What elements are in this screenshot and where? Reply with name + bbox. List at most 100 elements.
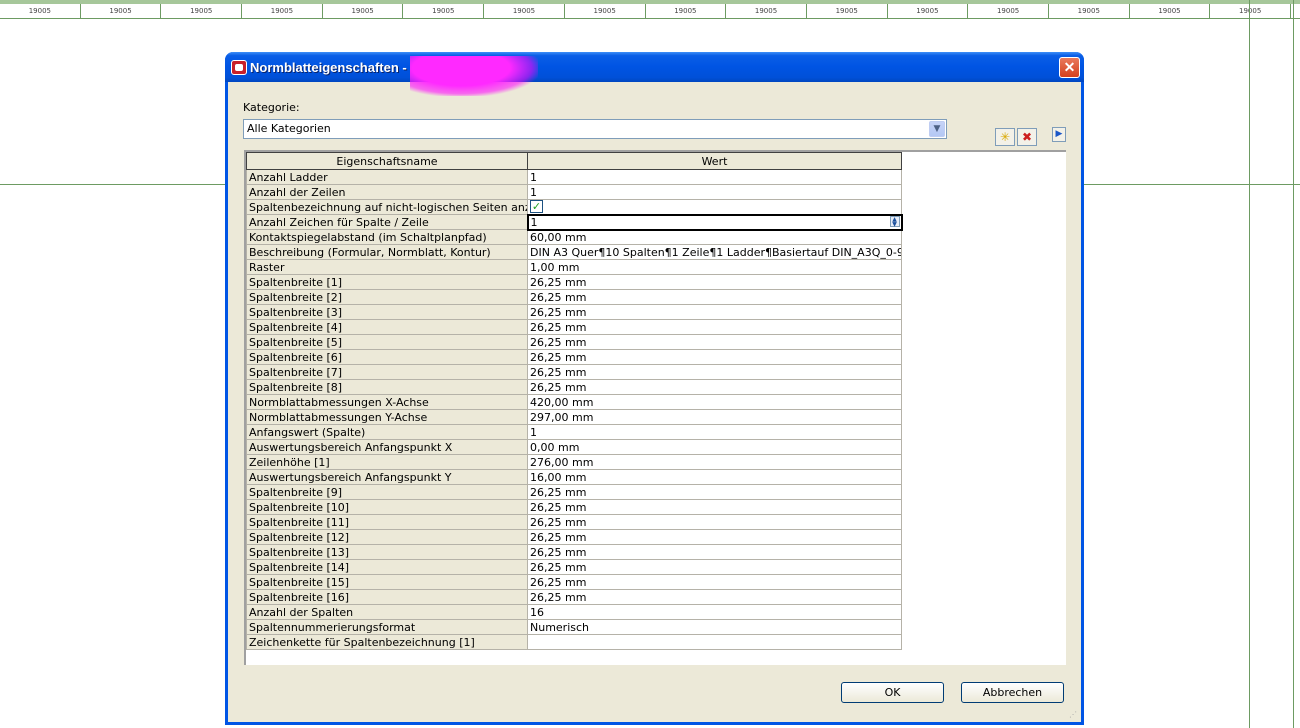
property-name: Spaltenbreite [9] [246,484,528,500]
property-value[interactable]: 16 [527,604,902,620]
property-value-editor[interactable]: 1 ▲ ▼ [526,213,903,231]
ok-button[interactable]: OK [841,682,944,703]
table-row[interactable]: Anzahl der Zeilen 1 [246,184,902,200]
table-row[interactable]: Spaltenbreite [3] 26,25 mm [246,304,902,320]
title-bar[interactable]: Normblatteigenschaften - ✕ [225,52,1084,96]
table-row[interactable]: Spaltenbreite [12] 26,25 mm [246,529,902,545]
table-row[interactable]: Spaltenbreite [6] 26,25 mm [246,349,902,365]
table-row[interactable]: Spaltenbreite [1] 26,25 mm [246,274,902,290]
table-row[interactable]: Anzahl Ladder 1 [246,169,902,185]
play-arrow-icon[interactable]: ▶ [1052,127,1066,142]
column-ruler: 19005 19005 19005 19005 19005 19005 19005 19005… [0,0,1300,19]
property-value[interactable]: 26,25 mm [527,514,902,530]
table-row[interactable]: Spaltennummerierungsformat Numerisch [246,619,902,635]
table-row[interactable]: Anfangswert (Spalte) 1 [246,424,902,440]
table-row[interactable]: Raster 1,00 mm [246,259,902,275]
table-row[interactable]: Beschreibung (Formular, Normblatt, Kontu… [246,244,902,260]
property-value-text: 297,00 mm [530,410,594,424]
new-property-icon[interactable]: ✳ [995,128,1015,146]
property-value[interactable]: 26,25 mm [527,484,902,500]
category-value: Alle Kategorien [247,122,331,135]
table-row[interactable]: Spaltenbreite [11] 26,25 mm [246,514,902,530]
column-ruler-label: 19005 [807,4,888,18]
property-value-text: Numerisch [530,620,590,634]
column-header-name[interactable]: Eigenschaftsname [246,152,528,170]
table-row[interactable]: Spaltenbreite [16] 26,25 mm [246,589,902,605]
property-name: Spaltenbreite [10] [246,499,528,515]
table-row[interactable]: Auswertungsbereich Anfangspunkt X 0,00 mm [246,439,902,455]
property-value-text: 60,00 mm [530,230,587,244]
table-row[interactable]: Spaltenbreite [15] 26,25 mm [246,574,902,590]
property-value-text: DIN A3 Quer¶10 Spalten¶1 Zeile¶1 Ladder¶… [530,245,902,259]
column-ruler-label: 19005 [888,4,969,18]
property-value[interactable]: 26,25 mm [527,574,902,590]
property-value[interactable]: 26,25 mm [527,499,902,515]
column-ruler-label: 19005 [565,4,646,18]
property-value[interactable]: 26,25 mm [527,364,902,380]
table-row[interactable]: Zeilenhöhe [1] 276,00 mm [246,454,902,470]
table-row[interactable]: Spaltenbreite [2] 26,25 mm [246,289,902,305]
cancel-button[interactable]: Abbrechen [961,682,1064,703]
property-value[interactable]: 26,25 mm [527,589,902,605]
property-name: Anzahl der Zeilen [246,184,528,200]
property-value[interactable]: 26,25 mm [527,289,902,305]
property-value[interactable]: ✓ [527,199,902,215]
table-row[interactable]: Spaltenbreite [4] 26,25 mm [246,319,902,335]
property-name: Anzahl Ladder [246,169,528,185]
property-value[interactable]: 1 [527,169,902,185]
table-row[interactable]: Spaltenbreite [14] 26,25 mm [246,559,902,575]
category-select[interactable]: Alle Kategorien ▼ [243,119,947,139]
property-value[interactable]: 26,25 mm [527,334,902,350]
table-row[interactable]: Anzahl Zeichen für Spalte / Zeile 1 ▲ ▼ [246,213,903,231]
property-value[interactable]: 26,25 mm [527,544,902,560]
property-value[interactable]: 1 [527,184,902,200]
table-row[interactable]: Spaltenbreite [8] 26,25 mm [246,379,902,395]
close-icon[interactable]: ✕ [1059,57,1080,78]
table-row[interactable]: Normblattabmessungen Y-Achse 297,00 mm [246,409,902,425]
column-header-value[interactable]: Wert [527,152,902,170]
property-value[interactable]: 0,00 mm [527,439,902,455]
property-value[interactable]: 16,00 mm [527,469,902,485]
table-row[interactable]: Auswertungsbereich Anfangspunkt Y 16,00 m… [246,469,902,485]
property-value[interactable]: Numerisch [527,619,902,635]
property-name: Spaltenbreite [3] [246,304,528,320]
property-value[interactable]: 297,00 mm [527,409,902,425]
property-value[interactable]: 1,00 mm [527,259,902,275]
delete-property-icon[interactable]: ✖ [1017,128,1037,146]
property-value-text: 1 [530,215,538,229]
property-value-text: 0,00 mm [530,440,580,454]
spinner-icon[interactable]: ▲ ▼ [889,216,900,227]
table-row[interactable]: Anzahl der Spalten 16 [246,604,902,620]
checkbox[interactable]: ✓ [530,200,543,214]
property-value[interactable]: 26,25 mm [527,319,902,335]
property-value[interactable]: 1 [527,424,902,440]
property-value[interactable]: 26,25 mm [527,379,902,395]
property-value[interactable]: DIN A3 Quer¶10 Spalten¶1 Zeile¶1 Ladder¶… [527,244,902,260]
table-row[interactable]: Zeichenkette für Spaltenbezeichnung [1] [246,634,902,650]
redacted-title-part [410,56,538,96]
property-value-text: 26,25 mm [530,365,587,379]
chevron-down-icon[interactable]: ▼ [929,121,945,137]
property-value[interactable]: 26,25 mm [527,559,902,575]
table-row[interactable]: Kontaktspiegelabstand (im Schaltplanpfad… [246,229,902,245]
property-value[interactable]: 60,00 mm [527,229,902,245]
table-row[interactable]: Spaltenbreite [7] 26,25 mm [246,364,902,380]
property-value[interactable]: 26,25 mm [527,529,902,545]
property-value[interactable]: 26,25 mm [527,349,902,365]
table-row[interactable]: Spaltenbreite [5] 26,25 mm [246,334,902,350]
property-value[interactable]: 26,25 mm [527,304,902,320]
table-row[interactable]: Spaltenbreite [10] 26,25 mm [246,499,902,515]
property-name: Normblattabmessungen X-Achse [246,394,528,410]
property-value[interactable] [527,634,902,650]
table-row[interactable]: Spaltenbezeichnung auf nicht-logischen S… [246,199,902,215]
property-value[interactable]: 420,00 mm [527,394,902,410]
property-table: Eigenschaftsname Wert Anzahl Ladder 1 Anza… [246,152,903,650]
property-name: Spaltenbreite [4] [246,319,528,335]
table-row[interactable]: Normblattabmessungen X-Achse 420,00 mm [246,394,902,410]
property-value[interactable]: 276,00 mm [527,454,902,470]
property-name: Anzahl der Spalten [246,604,528,620]
table-row[interactable]: Spaltenbreite [13] 26,25 mm [246,544,902,560]
property-value[interactable]: 26,25 mm [527,274,902,290]
table-row[interactable]: Spaltenbreite [9] 26,25 mm [246,484,902,500]
resize-grip-icon[interactable]: ⋰ [1069,710,1079,720]
